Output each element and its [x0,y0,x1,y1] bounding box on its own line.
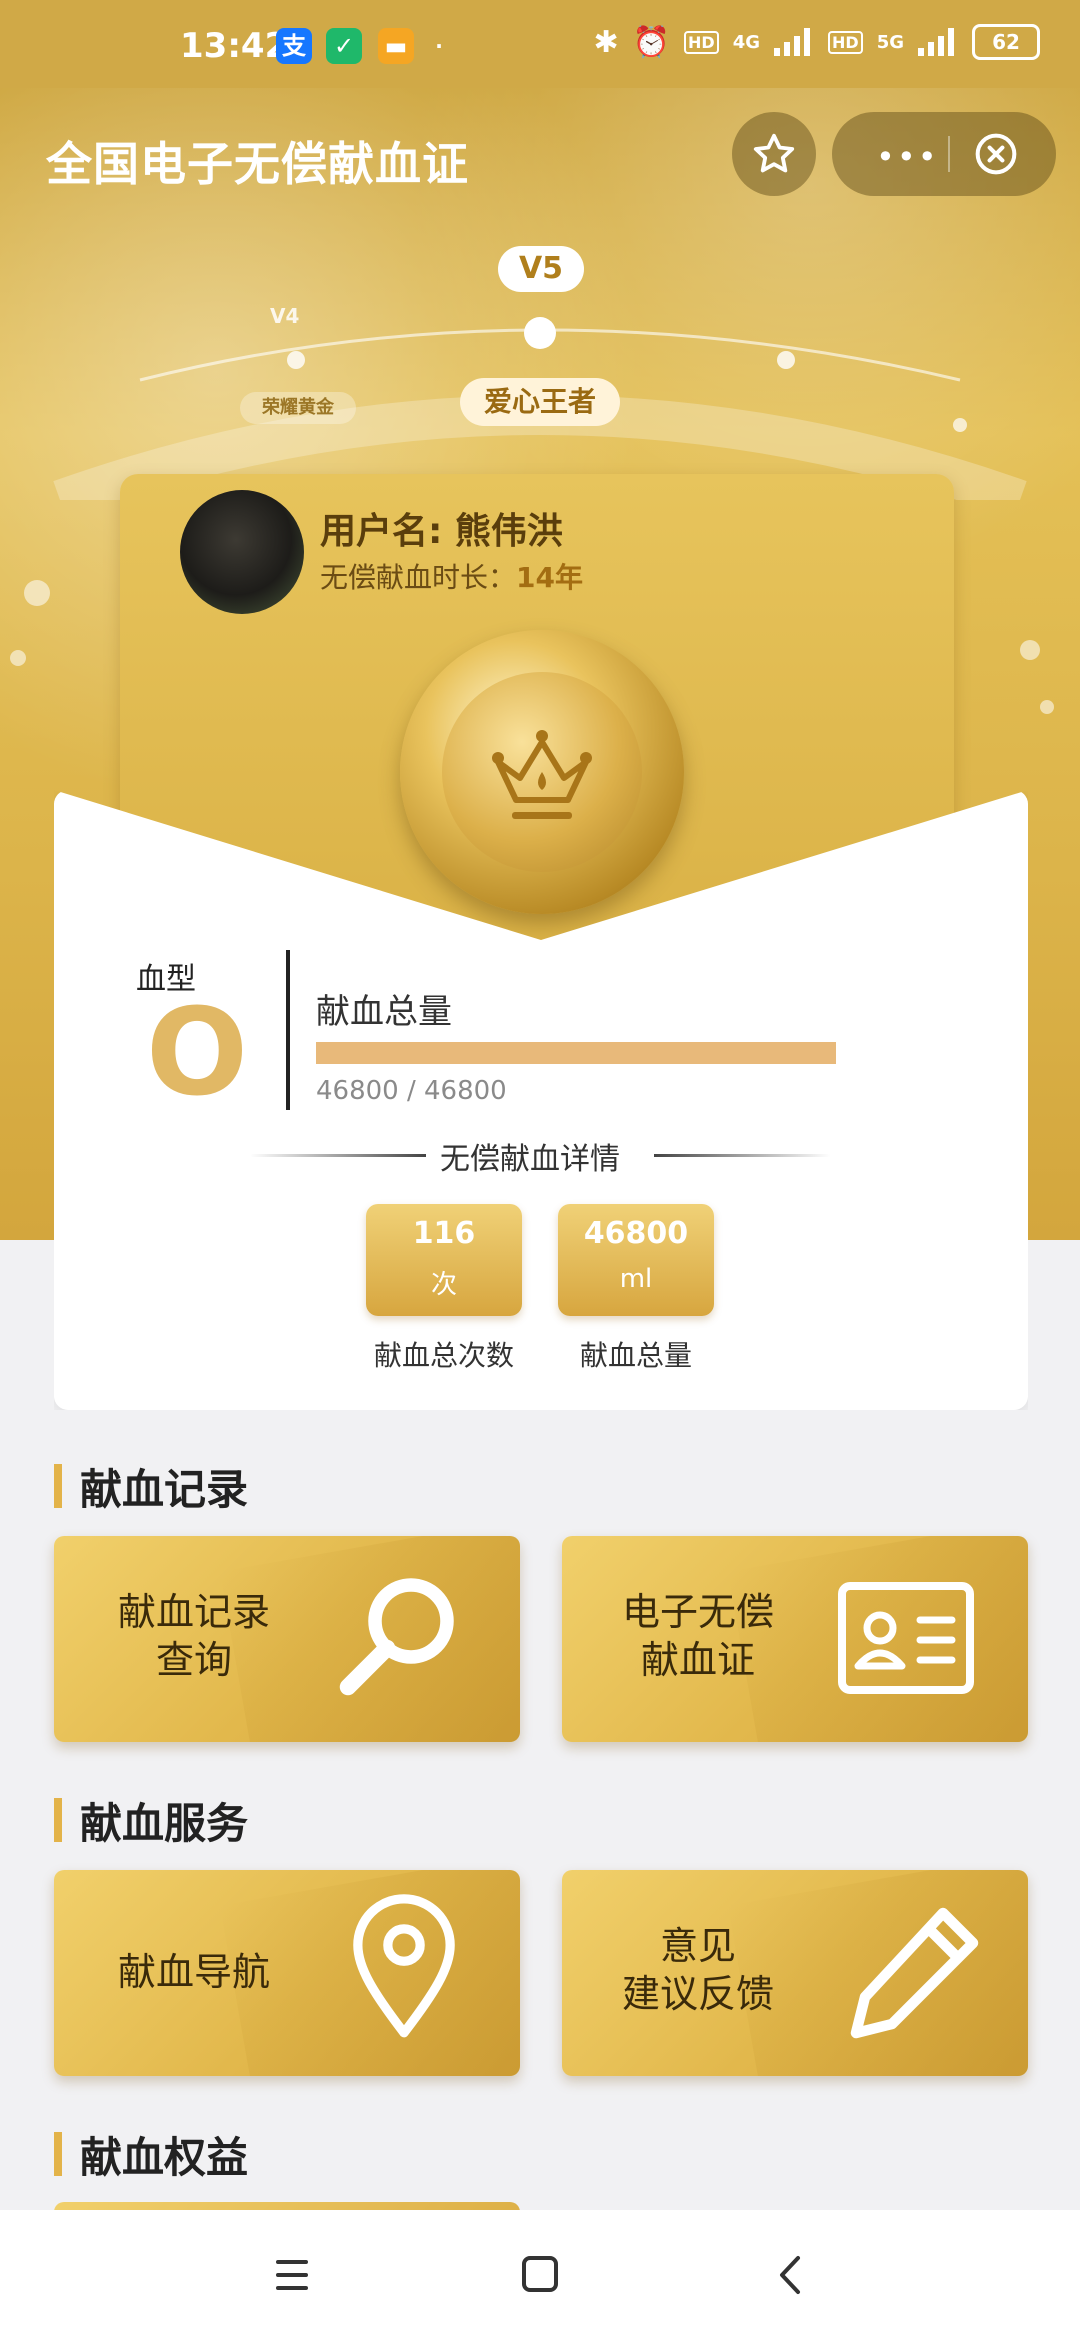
stat-caption: 献血总次数 [373,1339,514,1372]
close-circle-icon[interactable] [974,132,1018,176]
tile-label-line: 查询 [155,1638,232,1682]
level-title-previous: 荣耀黄金 [240,392,356,424]
section-title-services: 献血服务 [54,1790,248,1851]
stat-caption: 献血总量 [579,1339,692,1372]
avatar [180,490,304,614]
divider-vertical [286,950,290,1110]
tile-label-line: 意见 [659,1924,736,1968]
magnifier-icon [339,1578,454,1696]
duration-value: 14年 [516,561,583,594]
stat-unit: 次 [430,1270,457,1300]
home-square-icon[interactable] [510,2250,570,2300]
sparkle-decoration [1020,640,1040,660]
sparkle-decoration [24,580,50,606]
signal-label-5g: 5G [876,31,904,53]
bluetooth-icon: ✱ [593,24,619,60]
hd-badge: HD [684,30,719,54]
username: 用户名: 熊伟洪 [320,511,563,552]
sparkle-decoration [1040,700,1054,714]
status-right: ✱ ⏰ HD 4G HD 5G 62 [594,24,1040,60]
stat-value: 116 [412,1216,476,1251]
system-navigation-bar [0,2210,1080,2340]
title-bar: 全国电子无偿献血证 ••• [0,88,1080,228]
tile-label: 献血导航 [94,1948,294,1996]
sparkle-decoration [10,650,26,666]
capsule-divider [948,136,950,172]
feedback-tile[interactable]: 意见 建议反馈 [562,1870,1028,2076]
hd-badge: HD [828,30,863,54]
total-volume-progress [316,1042,836,1064]
crown-medal [400,630,684,914]
section-line-left [250,1154,426,1157]
message-app-icon: ▬ [378,28,414,64]
e-certificate-tile[interactable]: 电子无偿 献血证 [562,1536,1028,1742]
details-section-title: 无偿献血详情 [440,1142,620,1177]
progress-fill [316,1042,836,1064]
stat-value: 46800 [583,1216,689,1251]
total-volume-label: 献血总量 [316,992,452,1032]
stat-total-volume: 46800 ml [558,1204,714,1316]
blood-type-value: O [146,984,249,1123]
signal-icon [918,28,958,56]
dot-indicator-icon: · [435,34,443,58]
donation-duration: 无偿献血时长：14年 [320,556,583,596]
alipay-icon: 支 [276,28,312,64]
menu-icon[interactable] [262,2250,322,2300]
mini-program-capsule: ••• [832,112,1056,196]
level-title-current: 爱心王者 [460,378,620,426]
more-dots-icon[interactable]: ••• [876,138,939,176]
duration-label: 无偿献血时长： [320,561,517,594]
shield-app-icon: ✓ [326,28,362,64]
tile-label-line: 献血导航 [117,1950,270,1994]
pencil-icon [850,1907,979,2039]
signal-label-4g: 4G [732,31,761,53]
level-badge-current: V5 [498,246,584,292]
stat-unit: ml [619,1264,653,1294]
level-badge-previous: V4 [270,304,300,328]
donation-navigation-tile[interactable]: 献血导航 [54,1870,520,2076]
battery-indicator: 62 [972,24,1040,60]
medal-face [442,672,642,872]
tile-label-line: 建议反馈 [621,1972,774,2016]
section-title-records: 献血记录 [54,1456,248,1517]
tile-label-line: 电子无偿 [621,1590,774,1634]
alarm-icon: ⏰ [632,24,671,60]
tile-label-line: 献血证 [640,1638,755,1682]
status-time: 13:42 [180,26,289,66]
crown-icon [492,730,592,819]
tile-label: 电子无偿 献血证 [598,1588,798,1684]
tile-label-line: 献血记录 [117,1590,270,1634]
location-pin-icon [353,1894,455,2038]
id-card-icon [838,1582,974,1694]
section-line-right [654,1154,830,1157]
tile-label: 意见 建议反馈 [598,1922,798,2018]
status-bar: 13:42 支 ✓ ▬ · ✱ ⏰ HD 4G HD 5G 62 [0,0,1080,88]
favorite-button[interactable] [732,112,816,196]
star-icon [753,133,795,173]
section-title-benefits: 献血权益 [54,2124,248,2185]
signal-icon [774,28,814,56]
progress-text: 46800 / 46800 [316,1076,507,1106]
back-chevron-icon[interactable] [762,2250,822,2300]
record-query-tile[interactable]: 献血记录 查询 [54,1536,520,1742]
tile-label: 献血记录 查询 [94,1588,294,1684]
page-title: 全国电子无偿献血证 [46,137,469,191]
stat-donation-count: 116 次 [366,1204,522,1316]
